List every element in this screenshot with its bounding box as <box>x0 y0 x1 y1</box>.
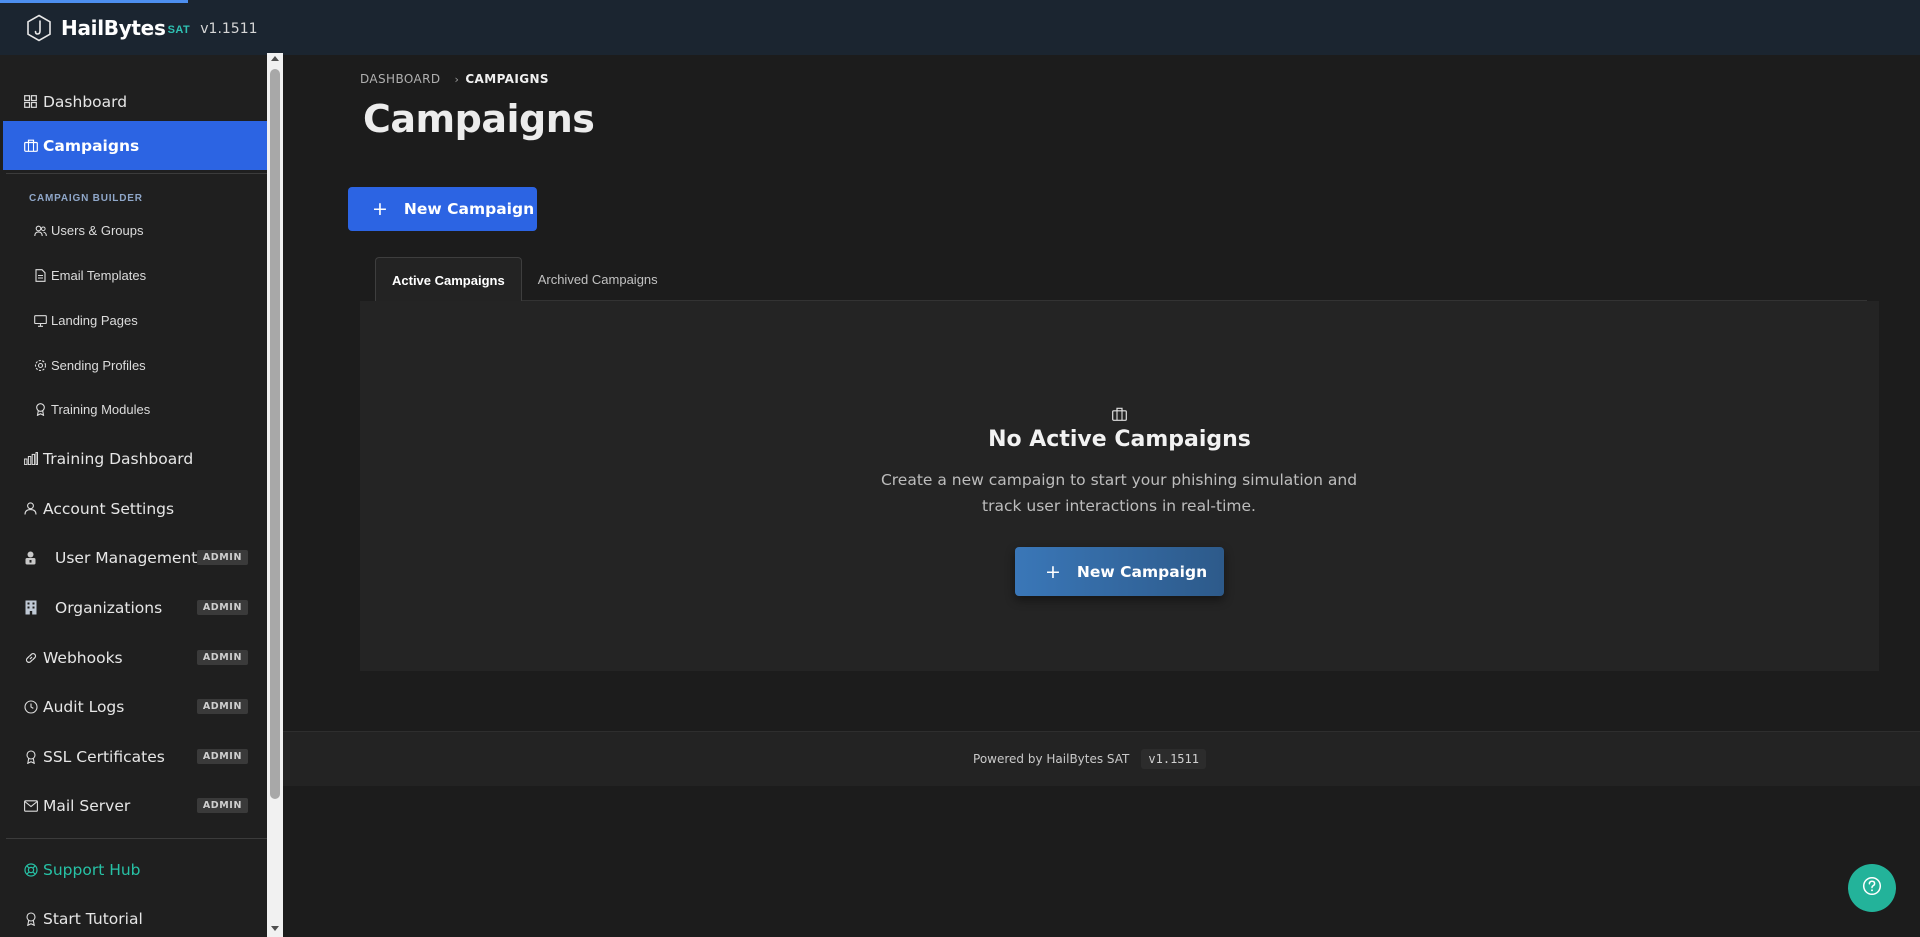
brand-name[interactable]: HailBytes <box>61 16 166 40</box>
building-icon <box>23 600 38 615</box>
top-header: HailBytes SAT v1.1511 <box>0 0 1920 55</box>
footer-version: v1.1511 <box>1141 749 1206 769</box>
breadcrumb-dashboard-link[interactable]: DASHBOARD <box>360 72 441 86</box>
sidebar-item-label: Webhooks <box>43 648 123 667</box>
user-icon <box>23 501 38 516</box>
sidebar-item-landing-pages[interactable]: Landing Pages <box>34 313 138 328</box>
footer: Powered by HailBytes SAT v1.1511 <box>283 731 1920 786</box>
scroll-down-arrow-icon[interactable] <box>271 926 279 931</box>
users-icon <box>34 224 47 237</box>
bar-chart-icon <box>23 451 38 466</box>
sidebar-item-label: Account Settings <box>43 499 175 518</box>
sidebar-item-webhooks[interactable]: Webhooks ADMIN <box>0 635 267 680</box>
sidebar-item-label: Email Templates <box>51 268 147 283</box>
sidebar-scrollbar-thumb[interactable] <box>270 69 280 799</box>
sidebar-item-label: Mail Server <box>43 796 131 815</box>
award-icon <box>23 749 38 764</box>
user-lock-icon <box>23 550 38 565</box>
gear-icon <box>34 359 47 372</box>
sidebar-item-audit-logs[interactable]: Audit Logs ADMIN <box>0 684 267 729</box>
app-version: v1.1511 <box>200 20 258 37</box>
briefcase-icon <box>23 138 38 153</box>
divider <box>6 838 267 839</box>
footer-powered-by: Powered by HailBytes SAT <box>973 752 1130 766</box>
tab-archived-campaigns[interactable]: Archived Campaigns <box>522 257 674 302</box>
sidebar-item-label: Training Dashboard <box>43 449 194 468</box>
award-icon <box>23 911 38 926</box>
question-circle-icon <box>1862 876 1882 901</box>
main-content: DASHBOARD › CAMPAIGNS Campaigns + New Ca… <box>283 55 1920 937</box>
mail-icon <box>23 798 38 813</box>
sidebar-item-email-templates[interactable]: Email Templates <box>34 268 146 283</box>
sidebar-item-label: User Management <box>55 548 198 567</box>
sidebar-item-sending-profiles[interactable]: Sending Profiles <box>34 358 146 373</box>
scroll-up-arrow-icon[interactable] <box>271 56 279 61</box>
sidebar-item-label: Audit Logs <box>43 697 125 716</box>
grid-icon <box>23 94 38 109</box>
admin-badge: ADMIN <box>196 798 248 813</box>
sidebar-item-mail-server[interactable]: Mail Server ADMIN <box>0 783 267 828</box>
briefcase-icon <box>1112 407 1127 422</box>
sidebar-item-label: Start Tutorial <box>43 909 143 928</box>
page-title: Campaigns <box>363 97 595 141</box>
sidebar-item-label: Support Hub <box>43 860 141 879</box>
document-icon <box>34 269 47 282</box>
award-icon <box>34 403 47 416</box>
sidebar-item-campaigns[interactable]: Campaigns <box>3 121 267 170</box>
sidebar-item-label: Organizations <box>55 598 163 617</box>
tab-active-campaigns[interactable]: Active Campaigns <box>375 257 522 302</box>
sidebar-item-label: Training Modules <box>51 402 151 417</box>
divider <box>6 173 267 174</box>
monitor-icon <box>34 314 47 327</box>
sidebar-item-training-modules[interactable]: Training Modules <box>34 402 150 417</box>
lifebuoy-icon <box>23 862 38 877</box>
sidebar-item-label: Landing Pages <box>51 313 138 328</box>
sidebar: Dashboard Campaigns CAMPAIGN BUILDER Use… <box>0 55 267 937</box>
new-campaign-button[interactable]: + New Campaign <box>348 187 537 231</box>
hexagon-hook-logo-icon[interactable] <box>26 14 52 42</box>
plus-icon: + <box>372 198 388 220</box>
sidebar-item-label: Sending Profiles <box>51 358 146 373</box>
breadcrumb-current: CAMPAIGNS <box>465 72 549 86</box>
clock-icon <box>23 699 38 714</box>
sidebar-item-organizations[interactable]: Organizations ADMIN <box>0 585 267 630</box>
sidebar-item-support-hub[interactable]: Support Hub <box>0 847 267 892</box>
section-label-campaign-builder: CAMPAIGN BUILDER <box>29 193 143 204</box>
admin-badge: ADMIN <box>196 550 248 565</box>
empty-state-new-campaign-button[interactable]: + New Campaign <box>1015 547 1224 596</box>
sidebar-item-ssl-certificates[interactable]: SSL Certificates ADMIN <box>0 734 267 779</box>
campaign-tabs: Active Campaigns Archived Campaigns <box>375 257 674 302</box>
sidebar-item-label: Dashboard <box>43 92 128 111</box>
loading-progress-bar <box>0 0 188 3</box>
empty-state-button-label: New Campaign <box>1076 562 1208 581</box>
admin-badge: ADMIN <box>196 699 248 714</box>
empty-state-panel: No Active Campaigns Create a new campaig… <box>360 301 1879 671</box>
brand-suffix: SAT <box>167 23 191 36</box>
empty-state-description: Create a new campaign to start your phis… <box>880 471 1358 515</box>
sidebar-item-account-settings[interactable]: Account Settings <box>0 486 267 531</box>
sidebar-item-start-tutorial[interactable]: Start Tutorial <box>0 896 267 937</box>
sidebar-item-label: SSL Certificates <box>43 747 165 766</box>
sidebar-item-user-management[interactable]: User Management ADMIN <box>0 535 267 580</box>
link-icon <box>23 650 38 665</box>
sidebar-item-label: Users & Groups <box>51 223 144 238</box>
sidebar-item-users-groups[interactable]: Users & Groups <box>34 223 143 238</box>
empty-state-title: No Active Campaigns <box>988 427 1251 452</box>
new-campaign-label: New Campaign <box>403 200 535 218</box>
sidebar-item-dashboard[interactable]: Dashboard <box>0 79 267 124</box>
sidebar-item-training-dashboard[interactable]: Training Dashboard <box>0 436 267 481</box>
admin-badge: ADMIN <box>196 600 248 615</box>
sidebar-item-label: Campaigns <box>43 136 140 155</box>
plus-icon: + <box>1045 560 1061 583</box>
breadcrumb: DASHBOARD › CAMPAIGNS <box>360 72 549 86</box>
admin-badge: ADMIN <box>196 650 248 665</box>
breadcrumb-chevron-icon: › <box>454 72 460 86</box>
admin-badge: ADMIN <box>196 749 248 764</box>
help-button[interactable] <box>1848 864 1896 912</box>
